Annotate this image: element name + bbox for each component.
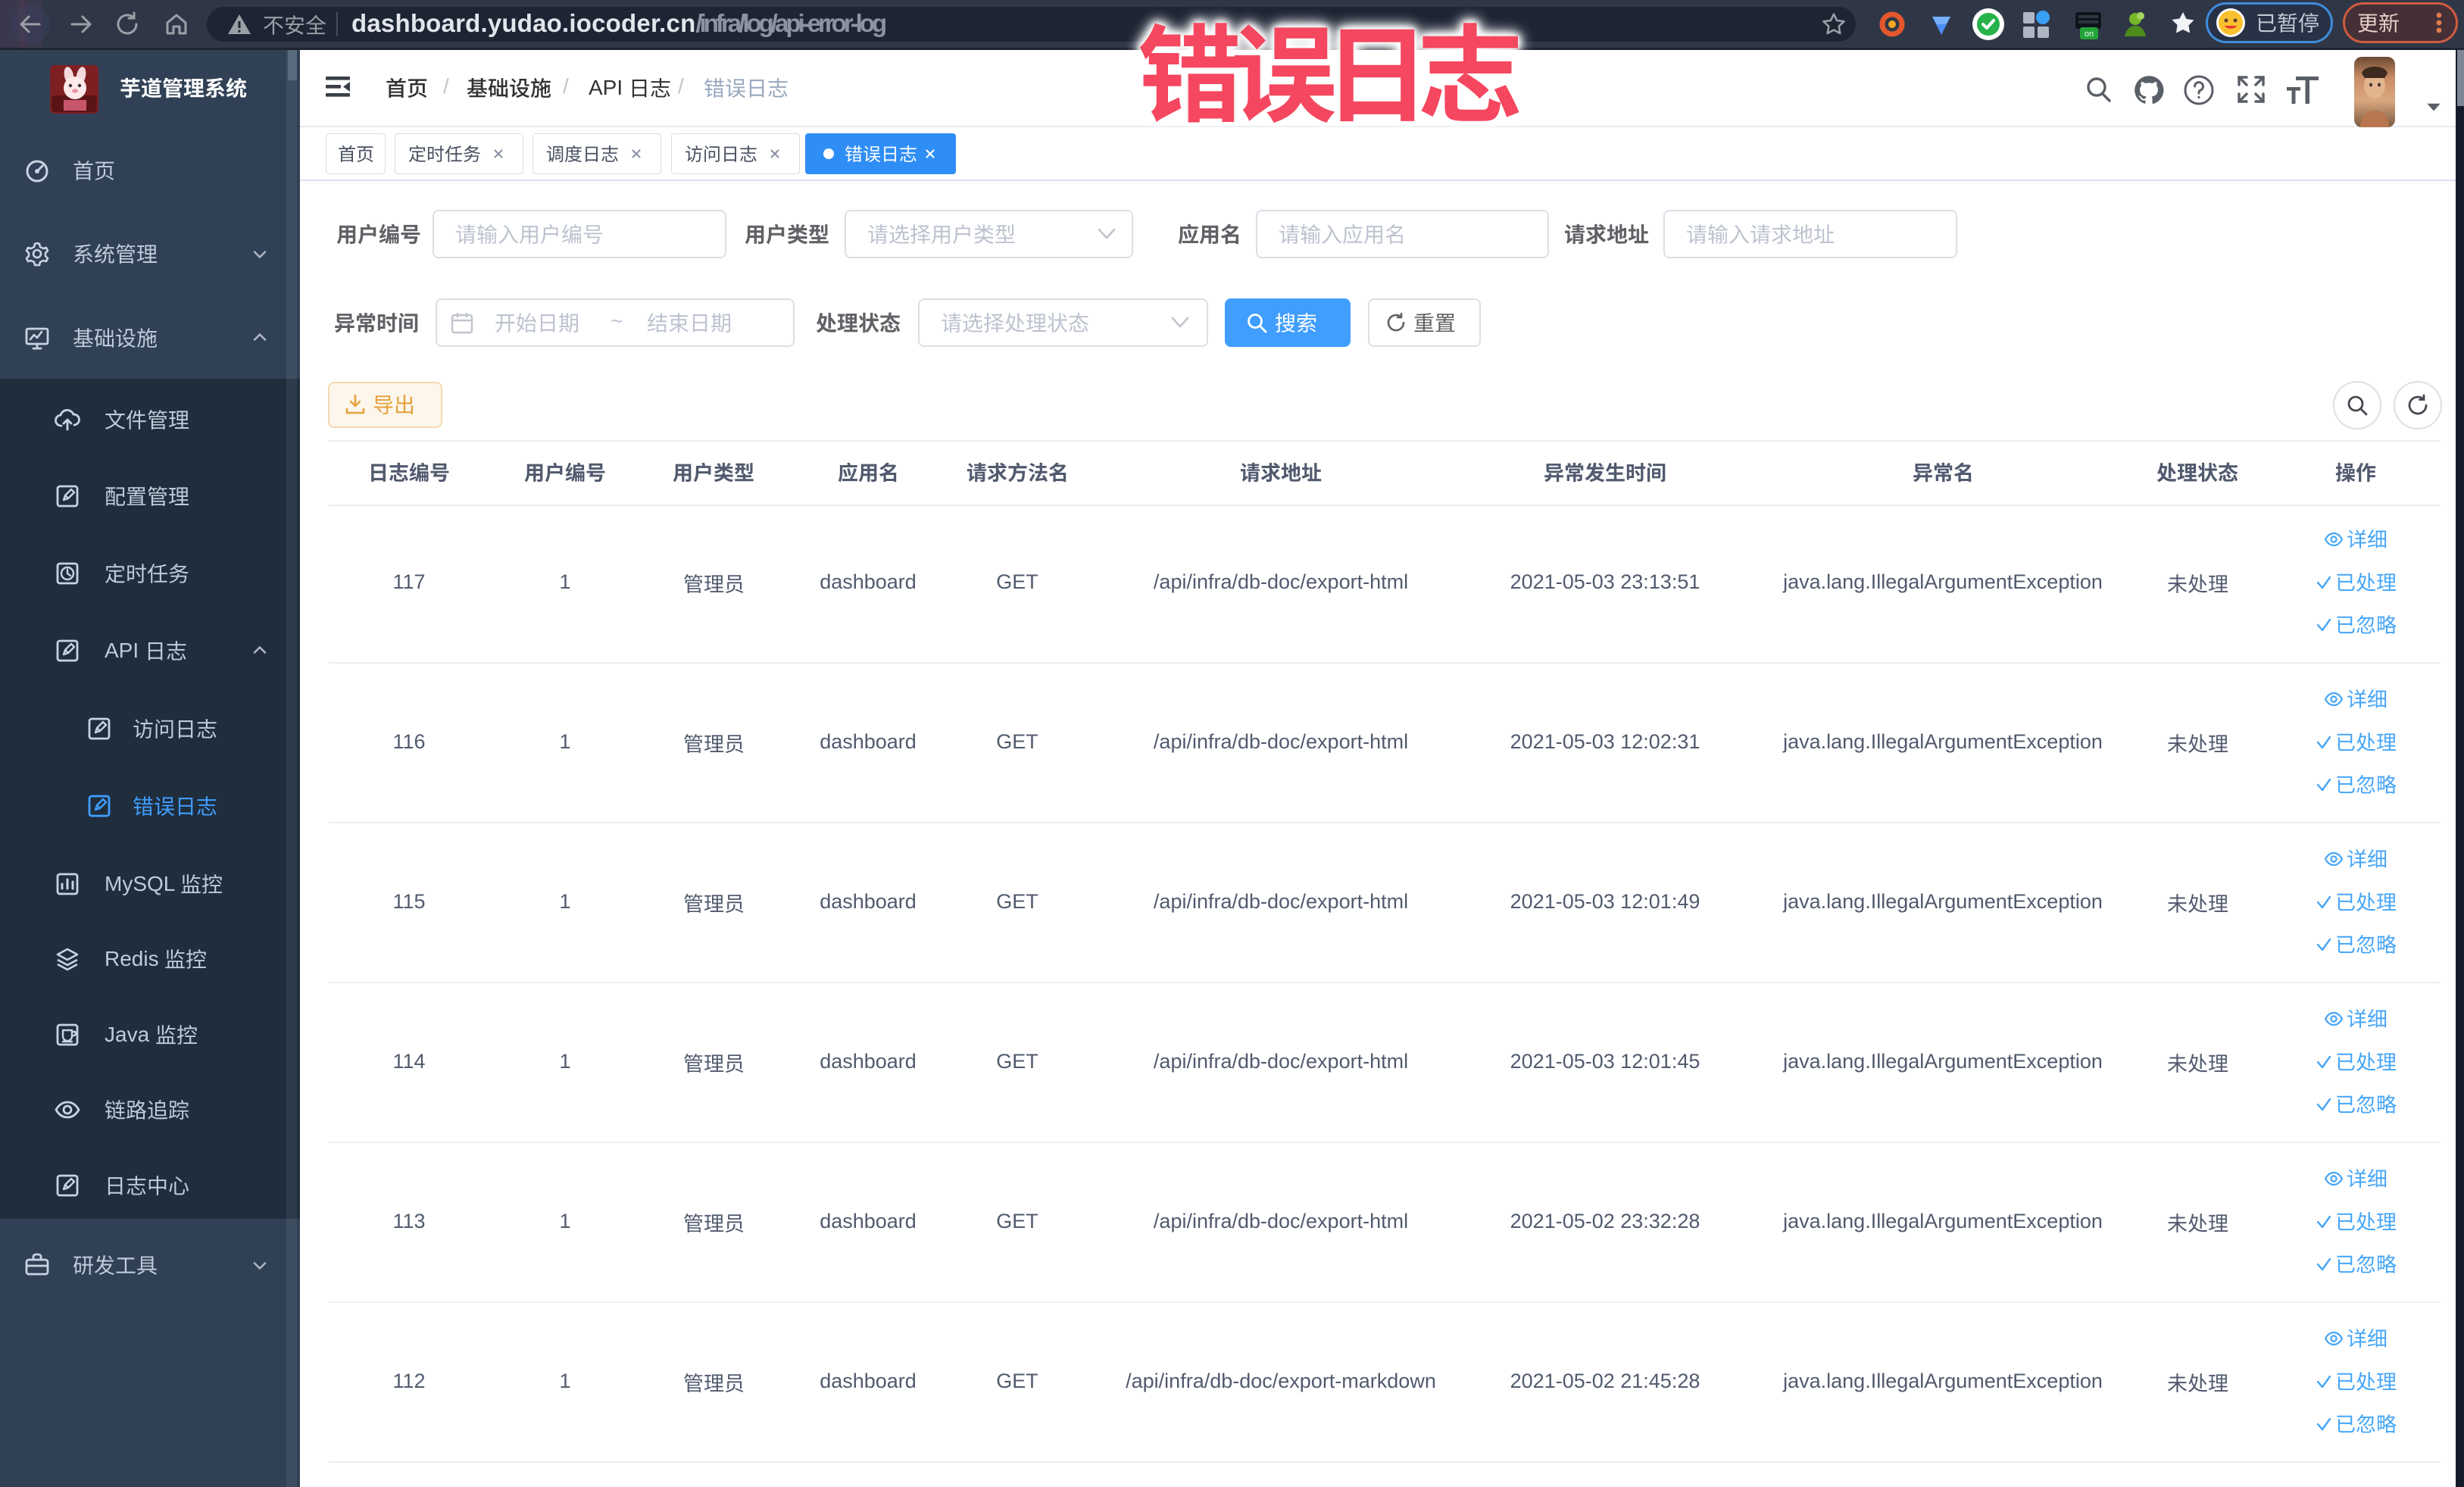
svg-text:on: on bbox=[2085, 30, 2094, 39]
